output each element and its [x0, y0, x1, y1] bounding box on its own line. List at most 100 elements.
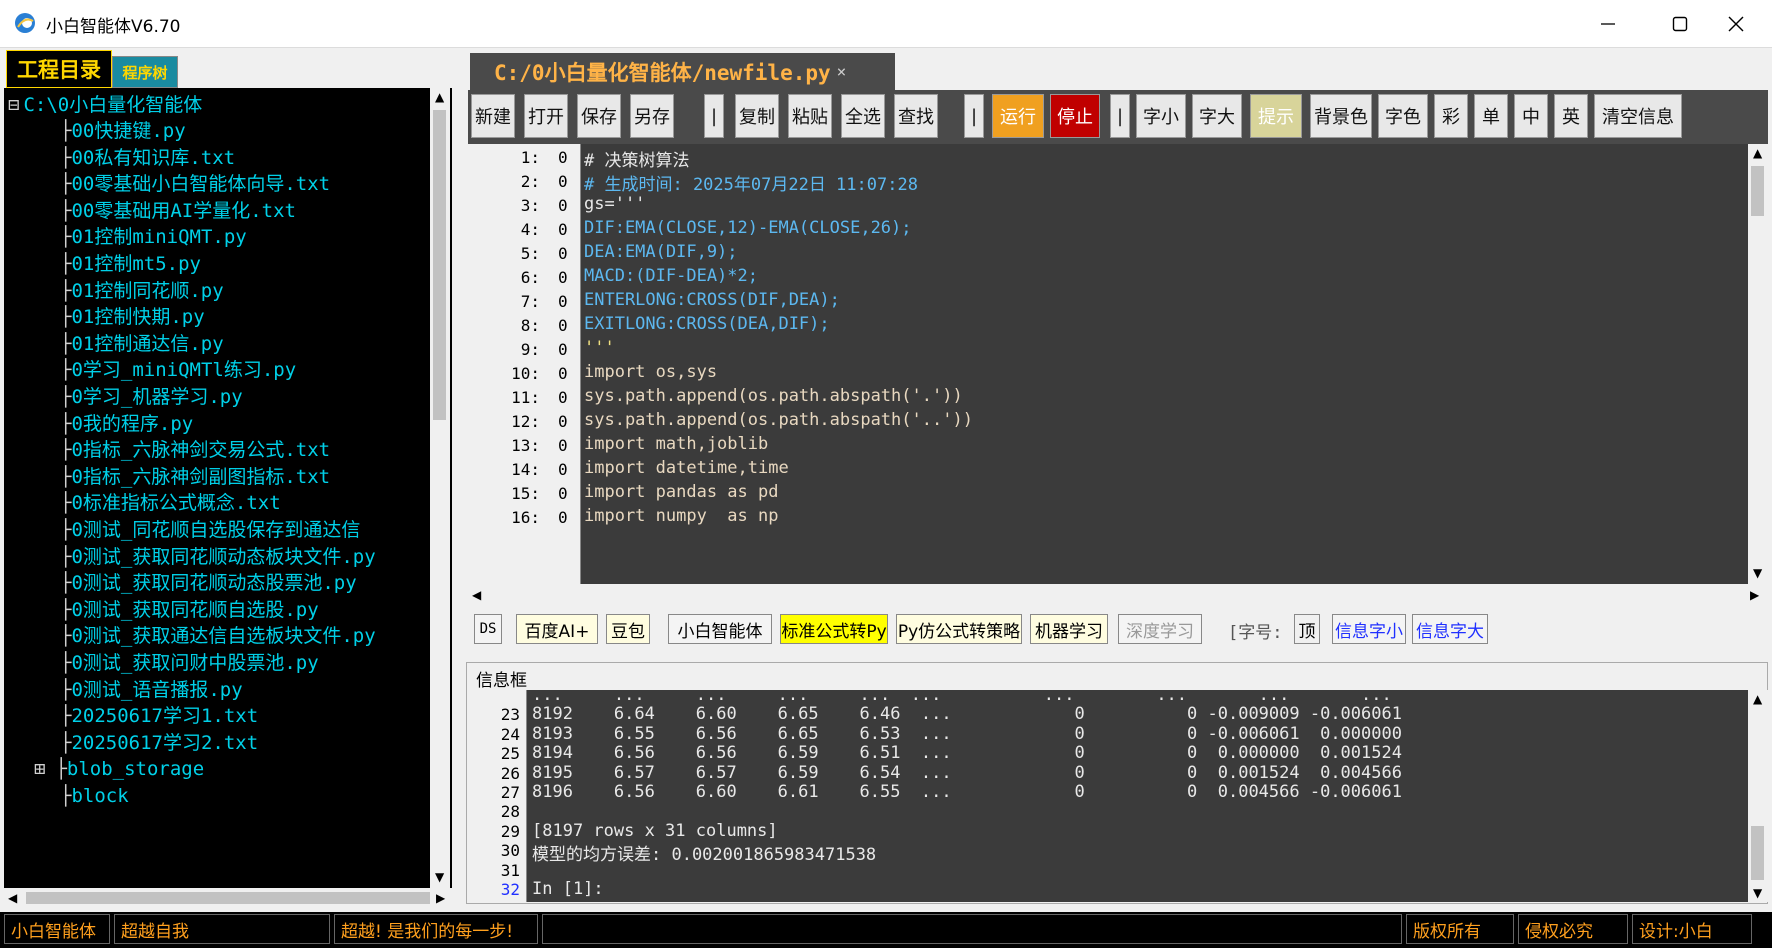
scroll-down-icon[interactable]: ▼: [1753, 886, 1762, 900]
tree-item[interactable]: ├01控制快期.py: [60, 302, 205, 332]
tree-item[interactable]: ├20250617学习2.txt: [60, 728, 258, 758]
color-mode-button[interactable]: 彩: [1434, 94, 1468, 138]
editor-vertical-scrollbar[interactable]: ▲ ▼: [1748, 144, 1768, 584]
tab-file[interactable]: C:/0小白量化智能体/newfile.py ×: [470, 53, 895, 90]
new-button[interactable]: 新建: [471, 94, 515, 138]
tree-item[interactable]: ├0指标_六脉神剑副图指标.txt: [60, 462, 330, 492]
machine-learning-button[interactable]: 机器学习: [1030, 614, 1108, 644]
save-as-button[interactable]: 另存: [630, 94, 674, 138]
py-to-strategy-button[interactable]: Py仿公式转策略: [896, 614, 1022, 644]
code-line[interactable]: gs=''': [584, 194, 645, 214]
single-button[interactable]: 单: [1474, 94, 1508, 138]
select-all-button[interactable]: 全选: [841, 94, 885, 138]
font-smaller-button[interactable]: 字小: [1136, 94, 1186, 138]
close-window-button[interactable]: [1700, 0, 1772, 47]
code-line[interactable]: import numpy as np: [584, 506, 778, 526]
chinese-button[interactable]: 中: [1514, 94, 1548, 138]
scroll-up-icon[interactable]: ▲: [1753, 146, 1762, 160]
baidu-ai-button[interactable]: 百度AI+: [516, 614, 598, 644]
scroll-right-icon[interactable]: ▶: [436, 891, 445, 905]
code-line[interactable]: MACD:(DIF-DEA)*2;: [584, 266, 758, 286]
collapse-toggle-icon[interactable]: ⊟: [8, 94, 19, 116]
tree-item[interactable]: ├0测试_获取同花顺动态板块文件.py: [60, 542, 376, 572]
doubao-button[interactable]: 豆包: [606, 614, 650, 644]
tree-scroll-thumb[interactable]: [433, 110, 446, 420]
formula-to-py-button[interactable]: 标准公式转Py: [780, 614, 888, 644]
code-line[interactable]: import os,sys: [584, 362, 717, 382]
tree-item[interactable]: ├0测试_获取同花顺自选股.py: [60, 595, 319, 625]
tree-item[interactable]: ├0测试_获取通达信自选板块文件.py: [60, 621, 376, 651]
scroll-right-icon[interactable]: ▶: [1750, 588, 1759, 602]
code-line[interactable]: EXITLONG:CROSS(DEA,DIF);: [584, 314, 830, 334]
close-tab-icon[interactable]: ×: [837, 62, 847, 81]
copy-button[interactable]: 复制: [735, 94, 779, 138]
top-button[interactable]: 顶: [1294, 614, 1320, 644]
scroll-up-icon[interactable]: ▲: [1753, 692, 1762, 706]
code-line[interactable]: sys.path.append(os.path.abspath('..')): [584, 410, 973, 430]
scroll-left-icon[interactable]: ◀: [8, 891, 17, 905]
tree-horizontal-scrollbar[interactable]: ◀ ▶: [4, 888, 452, 908]
code-line[interactable]: import pandas as pd: [584, 482, 778, 502]
minimize-button[interactable]: [1572, 0, 1644, 47]
xiaobai-agent-button[interactable]: 小白智能体: [668, 614, 772, 644]
font-larger-button[interactable]: 字大: [1192, 94, 1242, 138]
tree-item[interactable]: ├0测试_获取问财中股票池.py: [60, 648, 319, 678]
background-color-button[interactable]: 背景色: [1310, 94, 1372, 138]
tree-hscroll-thumb[interactable]: [26, 892, 430, 904]
tree-item[interactable]: ├0测试_获取同花顺动态股票池.py: [60, 568, 357, 598]
tree-item[interactable]: ├0指标_六脉神剑交易公式.txt: [60, 435, 330, 465]
tree-item[interactable]: ├block: [60, 781, 129, 811]
tree-item[interactable]: ├01控制mt5.py: [60, 249, 201, 279]
tree-item[interactable]: ├01控制通达信.py: [60, 329, 224, 359]
info-vertical-scrollbar[interactable]: ▲ ▼: [1748, 690, 1768, 902]
tree-item[interactable]: ├0学习_机器学习.py: [60, 382, 243, 412]
tree-item[interactable]: ├0测试_同花顺自选股保存到通达信: [60, 515, 360, 545]
info-scroll-thumb[interactable]: [1751, 826, 1764, 880]
code-line[interactable]: sys.path.append(os.path.abspath('.')): [584, 386, 963, 406]
tree-item[interactable]: ⊞ ├blob_storage: [34, 754, 204, 784]
run-button[interactable]: 运行: [992, 94, 1044, 138]
deep-learning-button[interactable]: 深度学习: [1118, 614, 1202, 644]
stop-button[interactable]: 停止: [1050, 94, 1100, 138]
clear-info-button[interactable]: 清空信息: [1594, 94, 1682, 138]
code-line[interactable]: DIF:EMA(CLOSE,12)-EMA(CLOSE,26);: [584, 218, 912, 238]
tree-vertical-scrollbar[interactable]: ▲ ▼: [430, 88, 450, 888]
font-color-button[interactable]: 字色: [1378, 94, 1428, 138]
tree-item[interactable]: ├00零基础用AI学量化.txt: [60, 196, 296, 226]
tree-item[interactable]: ├0标准指标公式概念.txt: [60, 488, 281, 518]
tree-item[interactable]: ├00零基础小白智能体向导.txt: [60, 169, 330, 199]
tree-item[interactable]: ├20250617学习1.txt: [60, 701, 258, 731]
code-line[interactable]: DEA:EMA(DIF,9);: [584, 242, 738, 262]
code-line[interactable]: import datetime,time: [584, 458, 789, 478]
scroll-down-icon[interactable]: ▼: [1753, 566, 1762, 580]
expand-toggle-icon[interactable]: ⊞: [34, 758, 45, 780]
info-font-smaller-button[interactable]: 信息字小: [1332, 614, 1406, 644]
tree-item[interactable]: ├01控制同花顺.py: [60, 276, 224, 306]
project-tree[interactable]: ⊟ C:\0小白量化智能体 ├00快捷键.py ├00私有知识库.txt ├00零基础小…: [4, 88, 452, 888]
code-line[interactable]: ''': [584, 338, 615, 358]
info-output[interactable]: ... ... ... ... ... ... ... ... ... ... 2…: [472, 690, 1748, 902]
find-button[interactable]: 查找: [894, 94, 938, 138]
paste-button[interactable]: 粘贴: [788, 94, 832, 138]
save-button[interactable]: 保存: [577, 94, 621, 138]
tree-item[interactable]: ├00快捷键.py: [60, 116, 186, 146]
english-button[interactable]: 英: [1554, 94, 1588, 138]
scroll-down-icon[interactable]: ▼: [435, 870, 444, 884]
code-line[interactable]: import math,joblib: [584, 434, 768, 454]
tab-project[interactable]: 工程目录: [6, 50, 112, 88]
hint-button[interactable]: 提示: [1250, 94, 1302, 138]
tree-item[interactable]: ├01控制miniQMT.py: [60, 222, 247, 252]
tree-item[interactable]: ├0测试_语音播报.py: [60, 675, 243, 705]
tree-item[interactable]: ├0学习_miniQMTl练习.py: [60, 355, 296, 385]
open-button[interactable]: 打开: [524, 94, 568, 138]
info-font-larger-button[interactable]: 信息字大: [1412, 614, 1488, 644]
code-line[interactable]: ENTERLONG:CROSS(DIF,DEA);: [584, 290, 840, 310]
code-line[interactable]: # 决策树算法: [584, 146, 689, 171]
code-editor[interactable]: 1: 0 # 决策树算法 2: 0 # 生成时间: 2025年07月22日 11:07:2…: [468, 144, 1748, 584]
tab-program-tree[interactable]: 程序树: [112, 56, 178, 88]
tree-item[interactable]: ├0我的程序.py: [60, 409, 193, 439]
scroll-up-icon[interactable]: ▲: [435, 90, 444, 104]
editor-scroll-thumb[interactable]: [1751, 166, 1764, 216]
editor-horizontal-scrollbar[interactable]: ◀ ▶: [468, 584, 1768, 606]
ds-button[interactable]: DS: [474, 614, 502, 644]
